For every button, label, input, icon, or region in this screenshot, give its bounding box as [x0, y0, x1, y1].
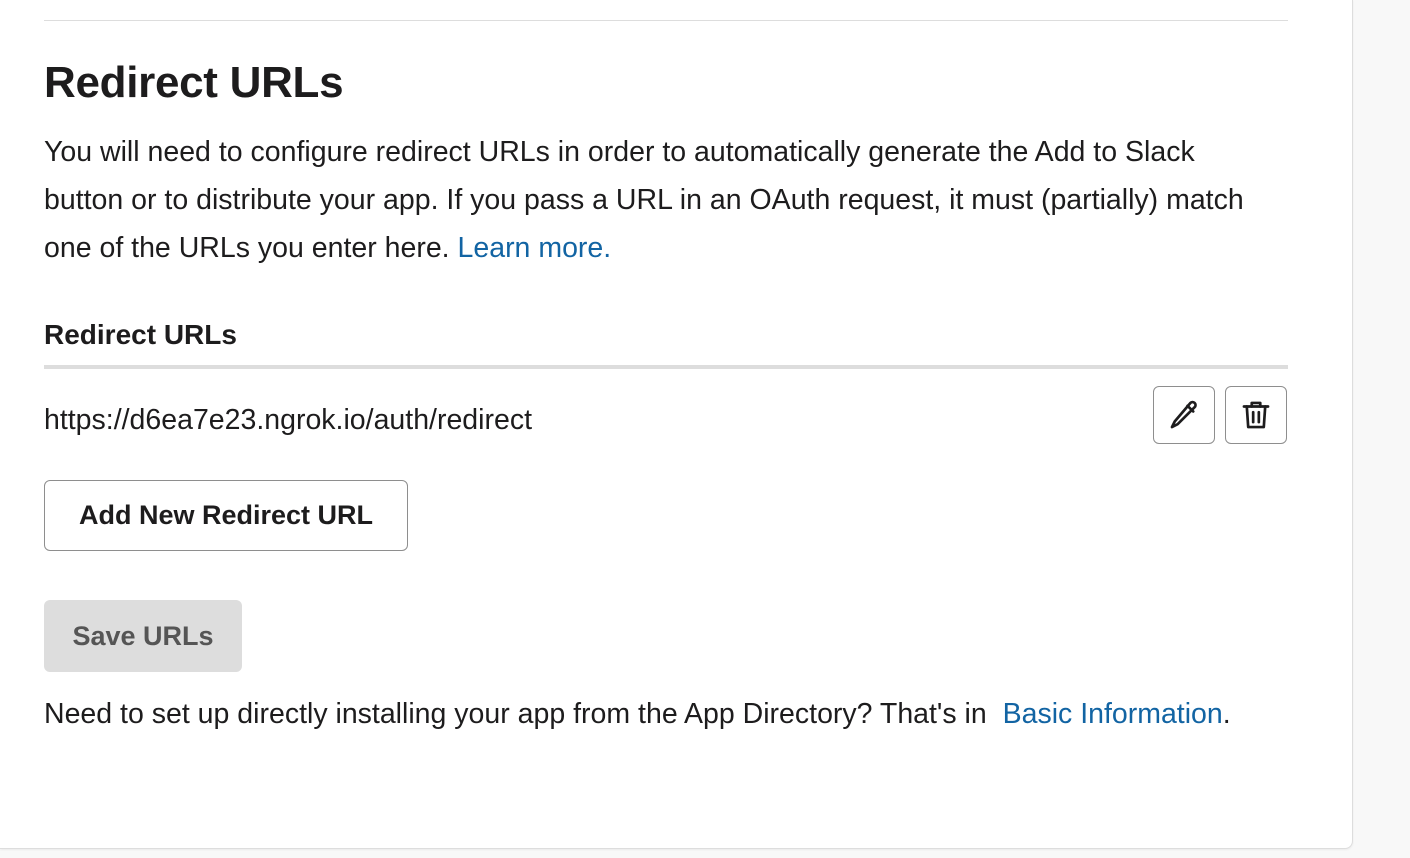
pencil-icon [1170, 400, 1197, 429]
footer-note: Need to set up directly installing your … [44, 690, 1244, 738]
footer-suffix: . [1222, 698, 1231, 730]
add-redirect-url-button[interactable]: Add New Redirect URL [44, 480, 408, 551]
basic-information-link[interactable]: Basic Information [1003, 698, 1223, 730]
delete-url-button[interactable] [1225, 386, 1287, 444]
footer-text: Need to set up directly installing your … [44, 698, 987, 730]
edit-url-button[interactable] [1153, 386, 1215, 444]
learn-more-link[interactable]: Learn more. [458, 232, 612, 264]
save-urls-button[interactable]: Save URLs [44, 600, 242, 672]
redirect-urls-card: Redirect URLs You will need to configure… [0, 0, 1353, 849]
top-divider [44, 20, 1288, 21]
description-text: You will need to configure redirect URLs… [44, 136, 1244, 264]
section-description: You will need to configure redirect URLs… [44, 128, 1274, 272]
list-divider [44, 365, 1288, 369]
trash-icon [1242, 401, 1270, 429]
redirect-list-heading: Redirect URLs [44, 319, 237, 350]
redirect-url-value: https://d6ea7e23.ngrok.io/auth/redirect [44, 404, 532, 436]
section-title: Redirect URLs [44, 58, 344, 107]
